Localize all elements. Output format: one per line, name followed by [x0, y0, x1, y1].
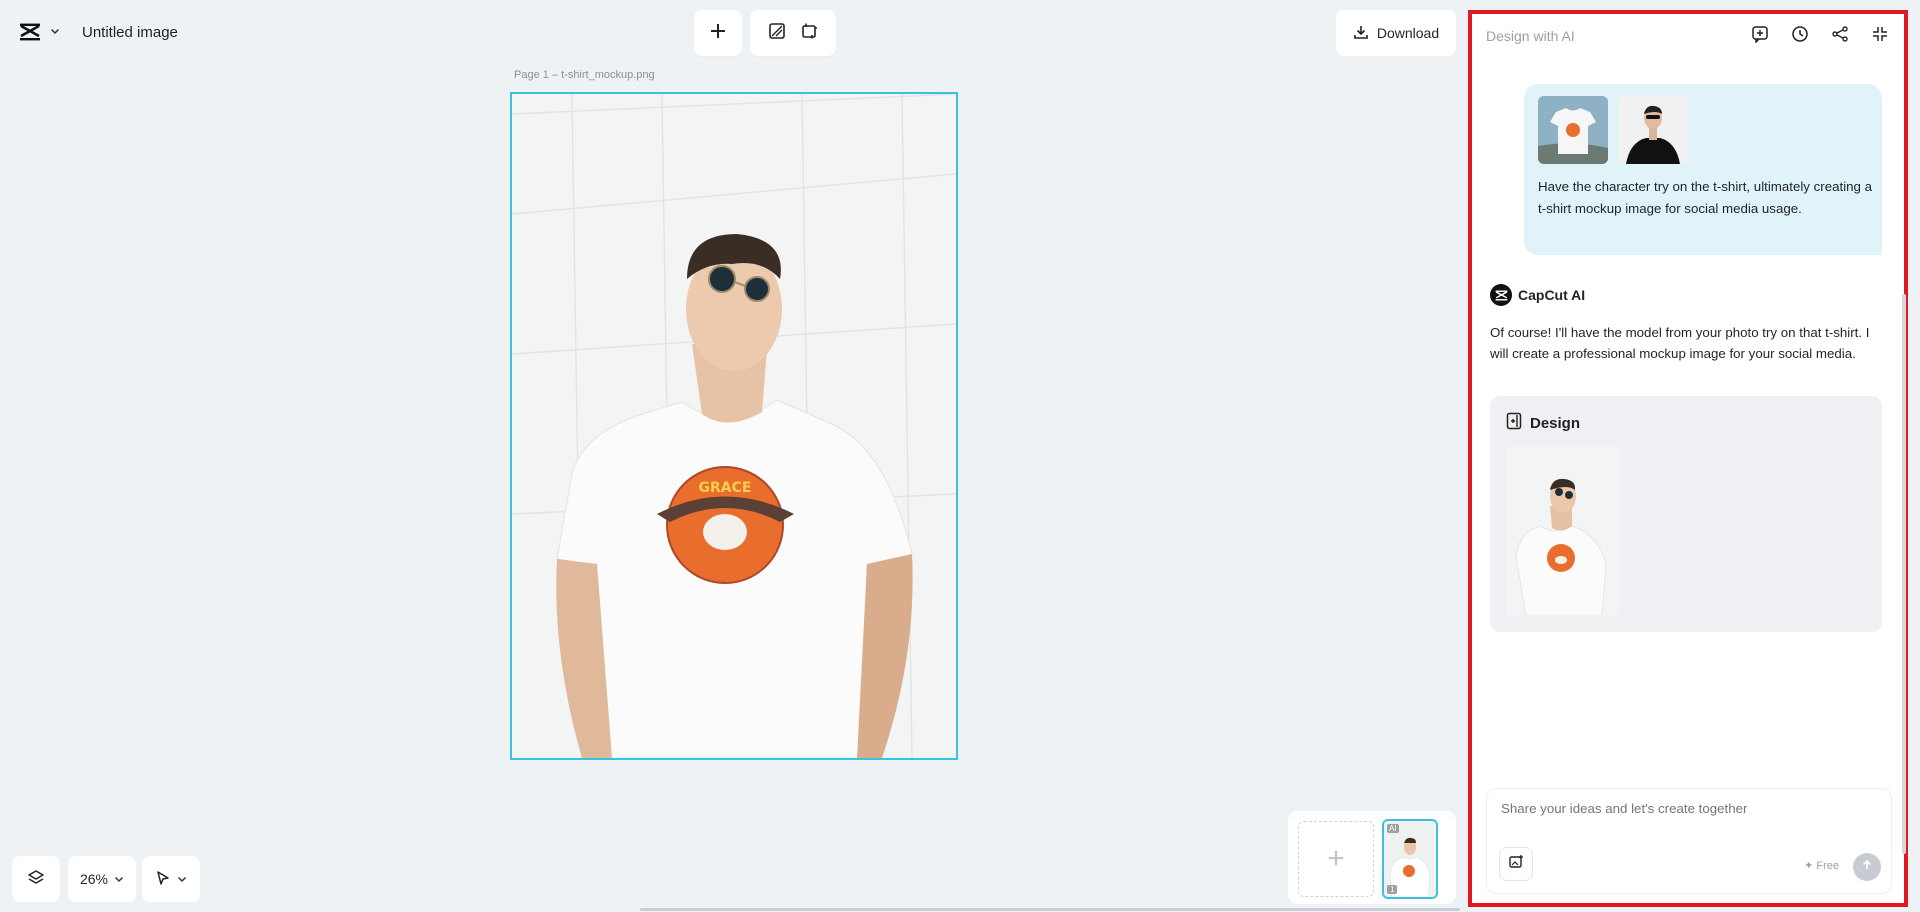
- share-icon[interactable]: [1830, 24, 1850, 44]
- document-title[interactable]: Untitled image: [82, 24, 178, 41]
- page-label: Page 1 – t-shirt_mockup.png: [514, 69, 655, 81]
- plus-icon: [709, 22, 727, 45]
- mockup-photo: GRACE: [512, 94, 956, 758]
- chevron-down-icon: [114, 871, 124, 887]
- svg-text:GRACE: GRACE: [699, 480, 752, 496]
- assistant-header: CapCut AI: [1490, 284, 1585, 306]
- panel-scrollbar[interactable]: [1902, 294, 1906, 854]
- download-button[interactable]: Download: [1336, 10, 1456, 56]
- assistant-name: CapCut AI: [1518, 287, 1586, 303]
- page-thumbnail[interactable]: AI 1: [1382, 819, 1438, 899]
- plus-icon: +: [1327, 842, 1345, 875]
- zoom-value: 26%: [79, 871, 109, 887]
- download-icon: [1353, 24, 1369, 43]
- chevron-down-icon: [50, 23, 60, 41]
- ai-design-panel: Design with AI Have the character try on…: [1468, 10, 1908, 907]
- chevron-down-icon: [177, 871, 187, 887]
- free-indicator: ✦ Free: [1804, 859, 1839, 873]
- design-card-header: Design: [1506, 412, 1580, 434]
- capcut-ai-avatar-icon: [1490, 284, 1512, 306]
- assistant-message-text: Of course! I'll have the model from your…: [1490, 325, 1870, 361]
- free-label: Free: [1816, 859, 1839, 872]
- image-tools-group: [750, 10, 836, 56]
- image-add-icon: [1508, 854, 1524, 875]
- chat-composer: ✦ Free: [1486, 788, 1892, 894]
- send-button[interactable]: [1853, 853, 1881, 881]
- download-label: Download: [1376, 25, 1440, 41]
- sparkle-icon: ✦: [1804, 860, 1814, 872]
- design-result-card: Design: [1490, 396, 1882, 632]
- crop-resize-icon[interactable]: [800, 22, 818, 45]
- user-message-text: Have the character try on the t-shirt, u…: [1538, 179, 1873, 216]
- new-chat-icon[interactable]: [1750, 24, 1770, 44]
- design-icon: [1506, 412, 1522, 434]
- design-result-image[interactable]: [1506, 446, 1620, 616]
- pointer-tool-button[interactable]: [142, 856, 200, 902]
- pointer-icon: [155, 870, 171, 889]
- attached-image-tshirt[interactable]: [1538, 96, 1608, 164]
- ai-badge: AI: [1387, 824, 1399, 833]
- zoom-control[interactable]: 26%: [68, 856, 136, 902]
- canvas-image[interactable]: GRACE: [510, 92, 958, 760]
- history-icon[interactable]: [1790, 24, 1810, 44]
- page-number-badge: 1: [1387, 885, 1398, 894]
- design-card-title: Design: [1530, 414, 1581, 432]
- arrow-up-icon: [1861, 858, 1873, 876]
- pages-strip: + AI 1: [1288, 811, 1456, 904]
- add-page-button[interactable]: +: [1298, 821, 1374, 897]
- attached-image-person[interactable]: [1618, 96, 1688, 164]
- layers-icon: [27, 869, 45, 890]
- panel-title: Design with AI: [1486, 28, 1575, 44]
- user-message: Have the character try on the t-shirt, u…: [1524, 84, 1882, 255]
- layers-button[interactable]: [12, 856, 60, 902]
- image-edit-icon[interactable]: [768, 22, 786, 45]
- capcut-logo-icon: [18, 20, 42, 44]
- horizontal-scrollbar[interactable]: [640, 908, 1460, 911]
- attach-image-button[interactable]: [1499, 847, 1533, 881]
- prompt-input[interactable]: [1501, 801, 1871, 816]
- add-button[interactable]: [694, 10, 742, 56]
- collapse-icon[interactable]: [1870, 24, 1890, 44]
- app-menu[interactable]: [18, 20, 60, 44]
